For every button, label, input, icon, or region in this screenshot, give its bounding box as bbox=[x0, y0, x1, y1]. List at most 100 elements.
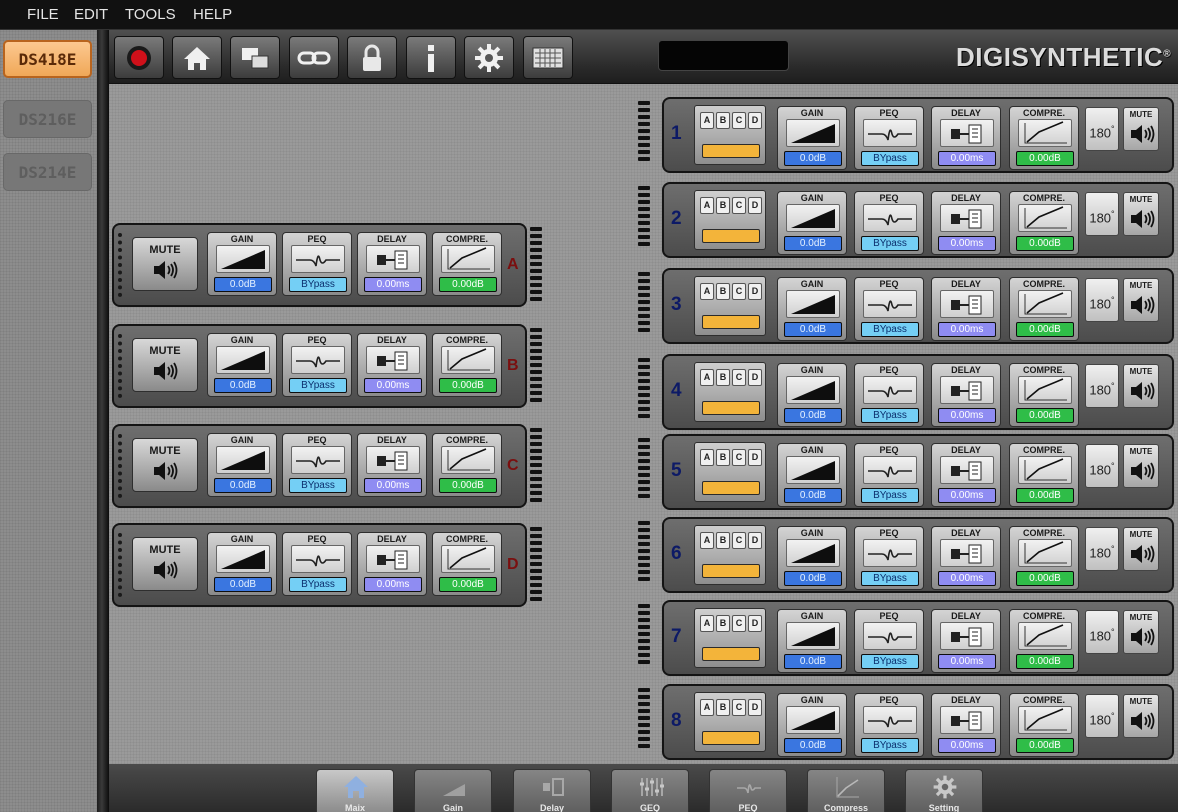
compressor-module[interactable]: COMPRE. 0.00dB bbox=[432, 232, 502, 296]
tab-gain[interactable]: Gain bbox=[414, 769, 492, 812]
preset-b-button[interactable]: B bbox=[716, 369, 730, 386]
preset-selector[interactable]: ABCD bbox=[694, 442, 766, 502]
input-mute-button[interactable]: MUTE bbox=[132, 537, 198, 591]
tab-delay[interactable]: Delay bbox=[513, 769, 591, 812]
record-button[interactable] bbox=[114, 36, 164, 79]
gain-module[interactable]: GAIN 0.0dB bbox=[207, 433, 277, 497]
phase-invert-button[interactable]: 180° bbox=[1085, 192, 1119, 236]
peq-module[interactable]: PEQ BYpass bbox=[854, 443, 924, 507]
output-mute-button[interactable]: MUTE bbox=[1123, 278, 1159, 322]
input-mute-button[interactable]: MUTE bbox=[132, 438, 198, 492]
phase-invert-button[interactable]: 180° bbox=[1085, 107, 1119, 151]
delay-module[interactable]: DELAY 0.00ms bbox=[931, 526, 1001, 590]
gain-module[interactable]: GAIN 0.0dB bbox=[207, 232, 277, 296]
phase-invert-button[interactable]: 180° bbox=[1085, 444, 1119, 488]
compressor-module[interactable]: COMPRE. 0.00dB bbox=[1009, 191, 1079, 255]
preset-c-button[interactable]: C bbox=[732, 532, 746, 549]
output-mute-button[interactable]: MUTE bbox=[1123, 527, 1159, 571]
tab-setting[interactable]: Setting bbox=[905, 769, 983, 812]
preset-d-button[interactable]: D bbox=[748, 369, 762, 386]
compressor-module[interactable]: COMPRE. 0.00dB bbox=[1009, 106, 1079, 170]
device-tab-ds418e[interactable]: DS418E bbox=[3, 40, 92, 78]
preset-d-button[interactable]: D bbox=[748, 532, 762, 549]
delay-module[interactable]: DELAY 0.00ms bbox=[931, 277, 1001, 341]
preset-selector[interactable]: ABCD bbox=[694, 692, 766, 752]
preset-d-button[interactable]: D bbox=[748, 197, 762, 214]
preset-selector[interactable]: ABCD bbox=[694, 525, 766, 585]
preset-c-button[interactable]: C bbox=[732, 283, 746, 300]
device-tab-ds216e[interactable]: DS216E bbox=[3, 100, 92, 138]
preset-c-button[interactable]: C bbox=[732, 112, 746, 129]
phase-invert-button[interactable]: 180° bbox=[1085, 527, 1119, 571]
tab-compress[interactable]: Compress bbox=[807, 769, 885, 812]
gain-module[interactable]: GAIN 0.0dB bbox=[777, 609, 847, 673]
preset-b-button[interactable]: B bbox=[716, 197, 730, 214]
gain-module[interactable]: GAIN 0.0dB bbox=[777, 277, 847, 341]
delay-module[interactable]: DELAY 0.00ms bbox=[357, 532, 427, 596]
compressor-module[interactable]: COMPRE. 0.00dB bbox=[1009, 526, 1079, 590]
compressor-module[interactable]: COMPRE. 0.00dB bbox=[1009, 277, 1079, 341]
output-mute-button[interactable]: MUTE bbox=[1123, 192, 1159, 236]
delay-module[interactable]: DELAY 0.00ms bbox=[357, 232, 427, 296]
compressor-module[interactable]: COMPRE. 0.00dB bbox=[1009, 609, 1079, 673]
preset-selector[interactable]: ABCD bbox=[694, 190, 766, 250]
preset-d-button[interactable]: D bbox=[748, 283, 762, 300]
gain-module[interactable]: GAIN 0.0dB bbox=[777, 191, 847, 255]
preset-b-button[interactable]: B bbox=[716, 615, 730, 632]
phase-invert-button[interactable]: 180° bbox=[1085, 364, 1119, 408]
phase-invert-button[interactable]: 180° bbox=[1085, 694, 1119, 738]
preset-b-button[interactable]: B bbox=[716, 283, 730, 300]
gain-module[interactable]: GAIN 0.0dB bbox=[777, 526, 847, 590]
delay-module[interactable]: DELAY 0.00ms bbox=[931, 609, 1001, 673]
peq-module[interactable]: PEQ BYpass bbox=[854, 609, 924, 673]
lock-button[interactable] bbox=[347, 36, 397, 79]
info-button[interactable] bbox=[406, 36, 456, 79]
gain-module[interactable]: GAIN 0.0dB bbox=[777, 106, 847, 170]
output-mute-button[interactable]: MUTE bbox=[1123, 610, 1159, 654]
menu-help[interactable]: HELP bbox=[193, 6, 232, 23]
preset-b-button[interactable]: B bbox=[716, 699, 730, 716]
preset-a-button[interactable]: A bbox=[700, 615, 714, 632]
preset-a-button[interactable]: A bbox=[700, 449, 714, 466]
delay-module[interactable]: DELAY 0.00ms bbox=[931, 443, 1001, 507]
preset-a-button[interactable]: A bbox=[700, 283, 714, 300]
tab-peq[interactable]: PEQ bbox=[709, 769, 787, 812]
peq-module[interactable]: PEQ BYpass bbox=[282, 232, 352, 296]
gain-module[interactable]: GAIN 0.0dB bbox=[777, 693, 847, 757]
preset-c-button[interactable]: C bbox=[732, 699, 746, 716]
phase-invert-button[interactable]: 180° bbox=[1085, 610, 1119, 654]
peq-module[interactable]: PEQ BYpass bbox=[854, 106, 924, 170]
preset-c-button[interactable]: C bbox=[732, 369, 746, 386]
delay-module[interactable]: DELAY 0.00ms bbox=[357, 433, 427, 497]
device-tab-ds214e[interactable]: DS214E bbox=[3, 153, 92, 191]
tab-maix[interactable]: Maix bbox=[316, 769, 394, 812]
delay-module[interactable]: DELAY 0.00ms bbox=[931, 693, 1001, 757]
gain-module[interactable]: GAIN 0.0dB bbox=[777, 443, 847, 507]
preset-a-button[interactable]: A bbox=[700, 699, 714, 716]
home-button[interactable] bbox=[172, 36, 222, 79]
preset-selector[interactable]: ABCD bbox=[694, 105, 766, 165]
output-mute-button[interactable]: MUTE bbox=[1123, 444, 1159, 488]
link-button[interactable] bbox=[289, 36, 339, 79]
peq-module[interactable]: PEQ BYpass bbox=[282, 532, 352, 596]
gain-module[interactable]: GAIN 0.0dB bbox=[207, 333, 277, 397]
compressor-module[interactable]: COMPRE. 0.00dB bbox=[1009, 363, 1079, 427]
output-mute-button[interactable]: MUTE bbox=[1123, 694, 1159, 738]
compressor-module[interactable]: COMPRE. 0.00dB bbox=[432, 333, 502, 397]
copy-button[interactable] bbox=[230, 36, 280, 79]
peq-module[interactable]: PEQ BYpass bbox=[282, 333, 352, 397]
output-mute-button[interactable]: MUTE bbox=[1123, 107, 1159, 151]
preset-a-button[interactable]: A bbox=[700, 369, 714, 386]
peq-module[interactable]: PEQ BYpass bbox=[282, 433, 352, 497]
peq-module[interactable]: PEQ BYpass bbox=[854, 526, 924, 590]
preset-c-button[interactable]: C bbox=[732, 615, 746, 632]
preset-a-button[interactable]: A bbox=[700, 112, 714, 129]
preset-d-button[interactable]: D bbox=[748, 112, 762, 129]
compressor-module[interactable]: COMPRE. 0.00dB bbox=[432, 532, 502, 596]
preset-b-button[interactable]: B bbox=[716, 112, 730, 129]
preset-d-button[interactable]: D bbox=[748, 699, 762, 716]
output-mute-button[interactable]: MUTE bbox=[1123, 364, 1159, 408]
preset-selector[interactable]: ABCD bbox=[694, 608, 766, 668]
input-mute-button[interactable]: MUTE bbox=[132, 338, 198, 392]
gain-module[interactable]: GAIN 0.0dB bbox=[207, 532, 277, 596]
